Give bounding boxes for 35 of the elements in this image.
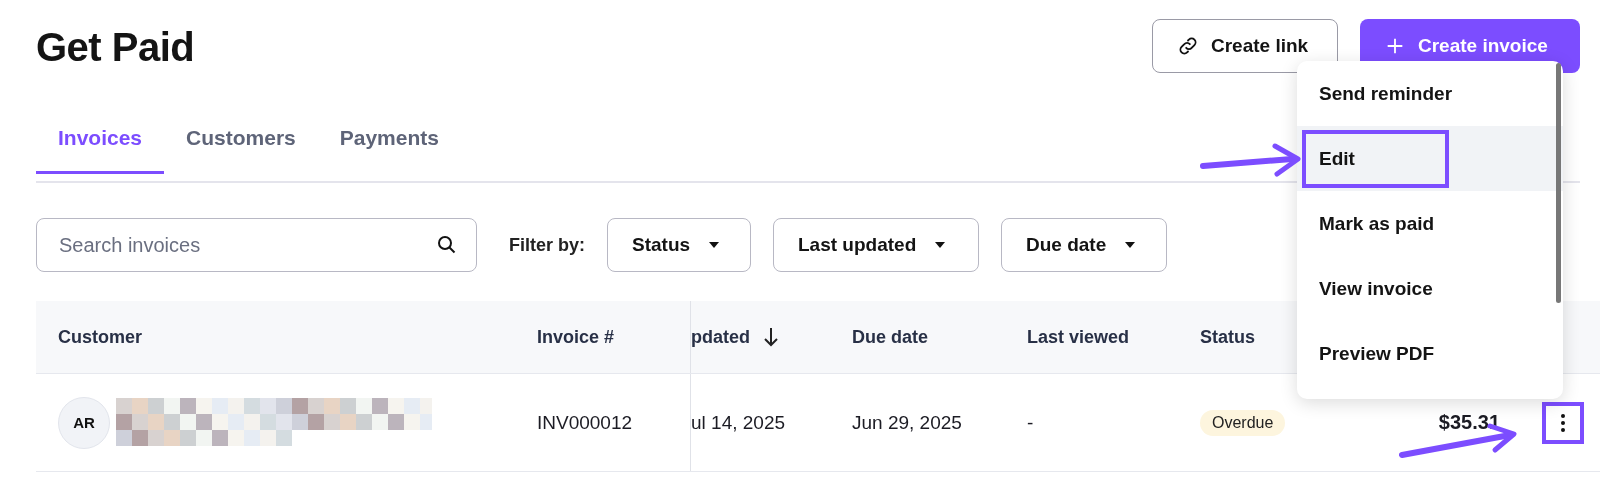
tab[interactable]: Payments [317, 116, 461, 174]
caret-icon [708, 241, 721, 249]
status-badge: Overdue [1200, 409, 1286, 436]
column-header[interactable]: Customer [58, 326, 142, 348]
create-link-button[interactable]: Create link [1152, 19, 1338, 73]
filter-dropdown[interactable]: Due date [1001, 218, 1167, 272]
table-cell-text: - [1026, 411, 1035, 434]
menu-item[interactable]: Edit [1297, 126, 1563, 191]
search-field[interactable]: Search invoices [36, 218, 477, 272]
column-header[interactable]: Last viewed [1027, 326, 1130, 348]
caret-icon [934, 241, 947, 249]
filter-dropdown[interactable]: Status [607, 218, 751, 272]
more-button[interactable] [1542, 401, 1584, 444]
menu-item[interactable]: Preview PDF [1297, 321, 1563, 386]
tab[interactable]: Customers [164, 116, 318, 174]
table-cell: ul 14, 2025 [690, 374, 830, 471]
scrollbar[interactable] [1556, 63, 1561, 303]
page-title: Get Paid [36, 25, 195, 70]
filter-dropdown[interactable]: Last updated [773, 218, 979, 272]
more-icon [1560, 412, 1566, 433]
table-cell-text: Jun 29, 2025 [851, 411, 963, 434]
menu-item[interactable]: View invoice [1297, 256, 1563, 321]
sort-down-icon[interactable] [764, 327, 778, 347]
menu-item[interactable]: Mark as paid [1297, 191, 1563, 256]
table-cell-text: INV000012 [536, 411, 634, 434]
search-icon [437, 235, 457, 255]
column-header[interactable]: pdated [691, 326, 778, 348]
tab[interactable]: Invoices [36, 116, 165, 174]
column-header[interactable]: Due date [852, 326, 929, 348]
filter-label: Filter by: [509, 234, 585, 256]
column-header[interactable]: Status [1200, 326, 1255, 348]
link-icon [1177, 35, 1199, 57]
caret-icon [1124, 241, 1137, 249]
avatar-initials: AR [58, 396, 110, 449]
column-header[interactable]: Invoice # [537, 326, 615, 348]
